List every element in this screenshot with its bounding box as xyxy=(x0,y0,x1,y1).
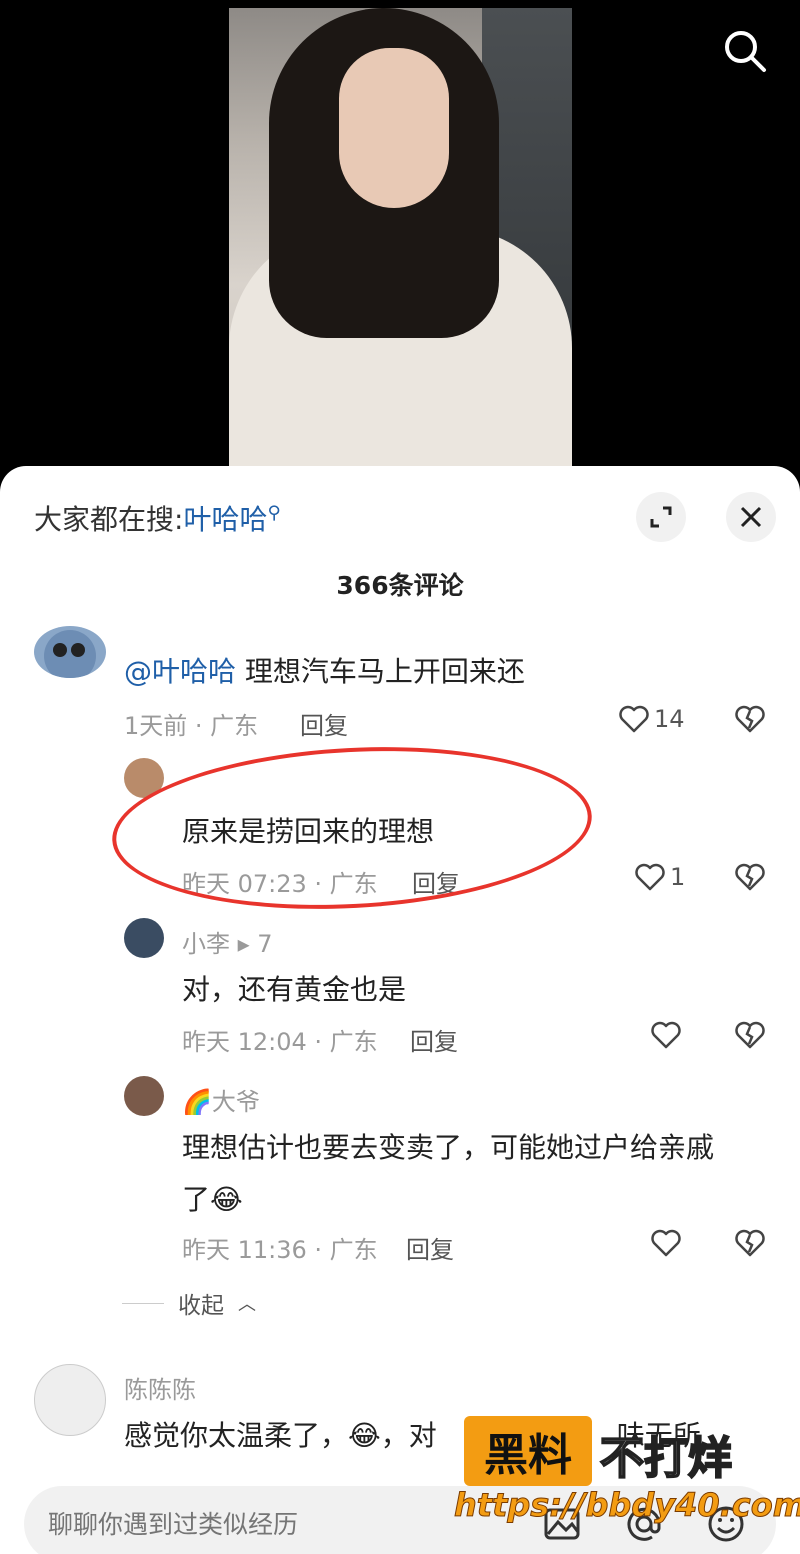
like-button[interactable] xyxy=(650,1020,682,1050)
avatar[interactable] xyxy=(124,918,164,958)
like-button[interactable] xyxy=(650,1228,682,1258)
comment-count: 366条评论 xyxy=(336,571,464,600)
hot-search-keyword[interactable]: 叶哈哈 xyxy=(183,503,267,536)
mention-link[interactable]: @叶哈哈 xyxy=(124,655,236,688)
comment-text: @叶哈哈 理想汽车马上开回来还 xyxy=(124,655,525,688)
heart-icon xyxy=(651,1021,681,1049)
broken-heart-icon xyxy=(735,1229,765,1257)
reply-button[interactable]: 回复 xyxy=(406,1230,454,1265)
like-count: 14 xyxy=(654,705,685,733)
broken-heart-icon xyxy=(735,1021,765,1049)
dislike-button[interactable] xyxy=(734,862,766,896)
collapse-label: 收起 xyxy=(178,1293,224,1319)
watermark-text: 不打烊 xyxy=(599,1432,733,1485)
watermark: 黑料 不打烊 https://bbdy40.com xyxy=(453,1416,800,1536)
dislike-button[interactable] xyxy=(734,1228,766,1262)
comment-sheet: 大家都在搜:叶哈哈⚲ 366条评论 @叶哈哈 理想汽车马上开回来还 1天前 · … xyxy=(0,466,800,1554)
like-count: 1 xyxy=(670,863,686,891)
close-icon xyxy=(740,506,762,528)
avatar[interactable] xyxy=(34,626,106,678)
heart-icon xyxy=(651,1229,681,1257)
search-small-icon: ⚲ xyxy=(267,502,281,524)
comment-time: 昨天 12:04 · 广东 xyxy=(182,1028,378,1056)
dislike-button[interactable] xyxy=(734,704,766,738)
collapse-replies-button[interactable]: 收起 ︿ xyxy=(122,1286,256,1320)
comment-author[interactable]: 小李 ▸ 7 xyxy=(182,924,273,959)
comment-author[interactable]: 🌈大爷 xyxy=(182,1082,260,1117)
comment-text: 理想估计也要去变卖了，可能她过户给亲戚 xyxy=(182,1131,715,1164)
watermark-url: https://bbdy40.com xyxy=(453,1486,800,1525)
broken-heart-icon xyxy=(735,863,765,891)
comment-text-line2: 了😂 xyxy=(182,1183,243,1216)
expand-button[interactable] xyxy=(636,492,686,542)
comment-time: 1天前 · 广东 xyxy=(124,712,259,740)
comment-time: 昨天 11:36 · 广东 xyxy=(182,1236,378,1264)
search-icon[interactable] xyxy=(720,26,770,76)
expand-icon xyxy=(650,506,672,528)
comment-author[interactable]: 陈陈陈 xyxy=(124,1370,196,1405)
chevron-up-icon: ︿ xyxy=(238,1294,256,1315)
reply-button[interactable]: 回复 xyxy=(410,1022,458,1057)
reply-button[interactable]: 回复 xyxy=(300,706,348,741)
broken-heart-icon xyxy=(735,705,765,733)
avatar[interactable] xyxy=(124,1076,164,1116)
comment-text: 对，还有黄金也是 xyxy=(182,973,407,1006)
heart-icon xyxy=(635,863,665,891)
hot-search-prefix: 大家都在搜: xyxy=(34,503,184,536)
heart-icon xyxy=(619,705,649,733)
watermark-box: 黑料 xyxy=(464,1416,592,1486)
dislike-button[interactable] xyxy=(734,1020,766,1054)
like-button[interactable]: 14 xyxy=(618,704,685,734)
divider xyxy=(122,1302,164,1304)
video-frame[interactable] xyxy=(229,8,572,468)
close-button[interactable] xyxy=(726,492,776,542)
like-button[interactable]: 1 xyxy=(634,862,685,892)
video-person-face xyxy=(339,48,449,208)
hot-search[interactable]: 大家都在搜:叶哈哈⚲ xyxy=(34,498,281,538)
video-player[interactable] xyxy=(0,0,800,480)
avatar[interactable] xyxy=(34,1364,106,1436)
